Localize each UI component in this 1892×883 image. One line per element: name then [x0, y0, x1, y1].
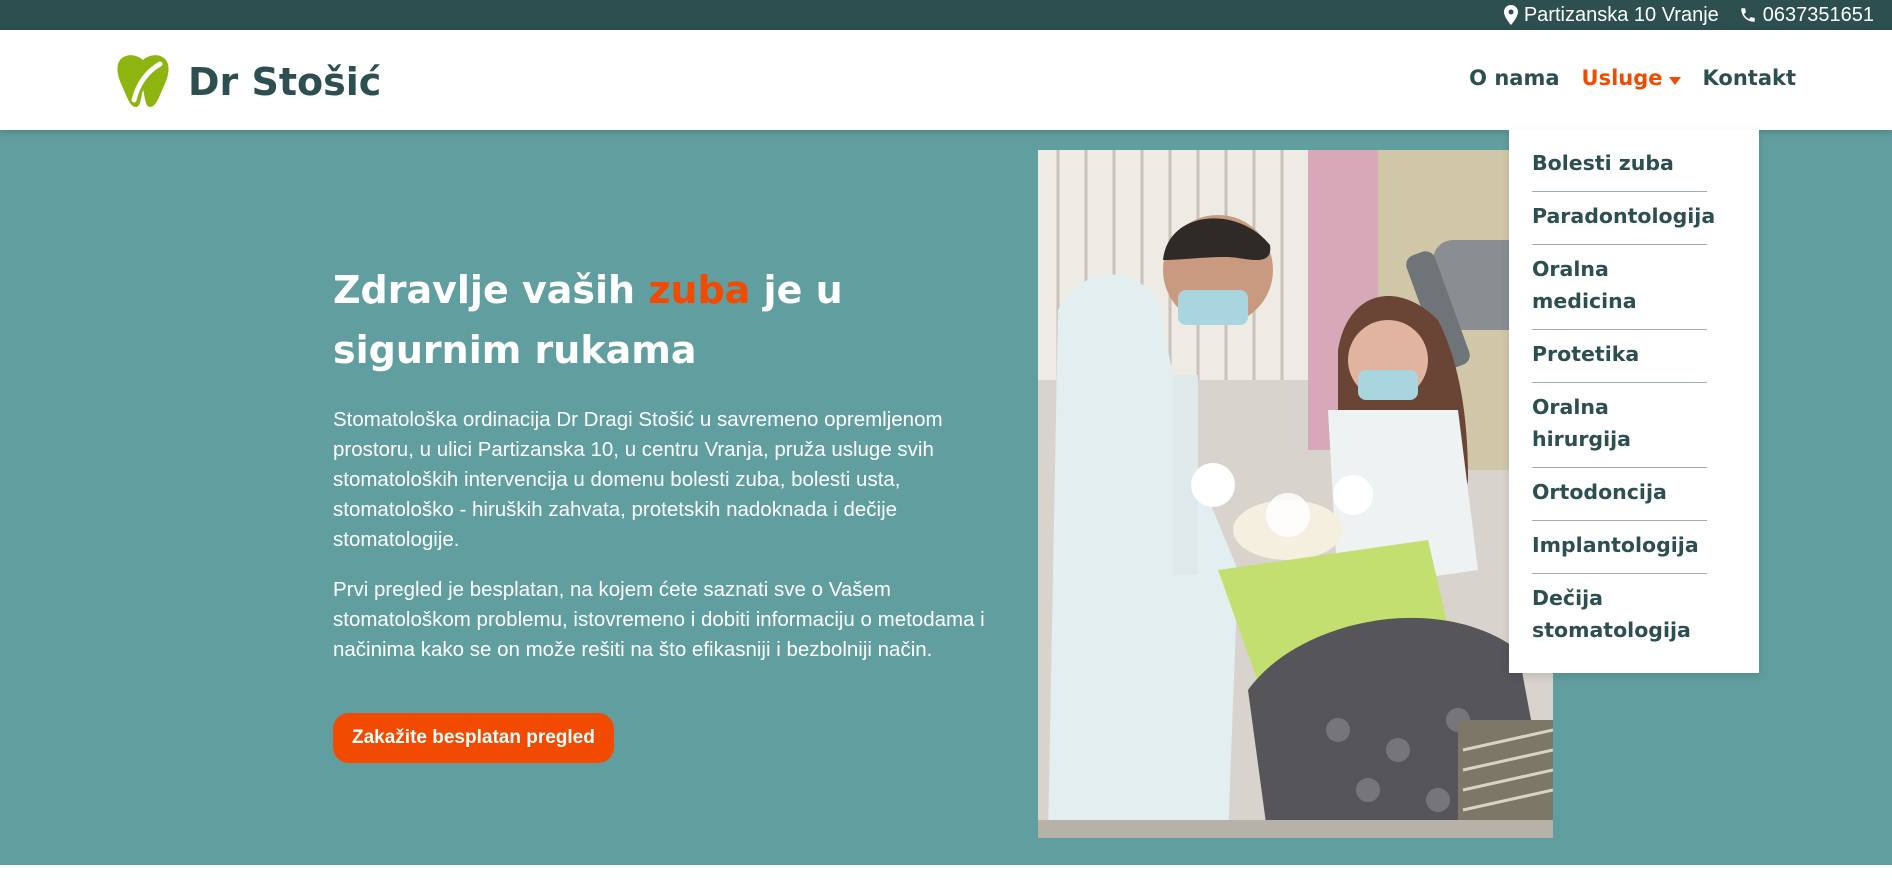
dropdown-item-decija-stomatologija[interactable]: Dečija stomatologija — [1532, 574, 1742, 658]
hero-title: Zdravlje vaših zuba je u sigurnim rukama — [333, 260, 893, 380]
hero-title-part1: Zdravlje vaših — [333, 268, 649, 312]
nav-label: Usluge — [1581, 66, 1663, 90]
dropdown-item-ortodoncija[interactable]: Ortodoncija — [1532, 468, 1707, 521]
hero-title-accent: zuba — [648, 268, 751, 312]
dropdown-item-oralna-hirurgija[interactable]: Oralna hirurgija — [1532, 383, 1707, 468]
phone-text: 0637351651 — [1762, 3, 1874, 26]
phone-icon — [1739, 6, 1757, 24]
address-text: Partizanska 10 Vranje — [1523, 3, 1719, 26]
book-appointment-button[interactable]: Zakažite besplatan pregled — [333, 713, 614, 763]
caret-down-icon — [1668, 66, 1681, 90]
site-header: Dr Stošić O nama Usluge Kontakt — [0, 30, 1892, 130]
phone-link[interactable]: 0637351651 — [1739, 4, 1874, 27]
nav-kontakt[interactable]: Kontakt — [1703, 66, 1797, 90]
main-nav: O nama Usluge Kontakt — [1469, 66, 1796, 90]
dentist-photo — [1038, 150, 1553, 838]
dropdown-item-oralna-medicina[interactable]: Oralna medicina — [1532, 245, 1707, 330]
dropdown-item-implantologija[interactable]: Implantologija — [1532, 521, 1707, 574]
nav-label: O nama — [1469, 66, 1560, 90]
dropdown-item-paradontologija[interactable]: Paradontologija — [1532, 192, 1715, 245]
contact-info: Partizanska 10 Vranje 0637351651 — [1503, 0, 1874, 30]
top-contact-bar: Partizanska 10 Vranje 0637351651 — [0, 0, 1892, 30]
map-marker-icon — [1503, 5, 1518, 25]
logo-link[interactable]: Dr Stošić — [116, 52, 381, 112]
page-bottom-strip — [0, 865, 1892, 883]
tooth-logo-icon — [116, 52, 170, 112]
nav-o-nama[interactable]: O nama — [1469, 66, 1559, 90]
brand-name: Dr Stošić — [188, 60, 382, 104]
hero-paragraph-2: Prvi pregled je besplatan, na kojem ćete… — [333, 578, 985, 661]
services-dropdown: Bolesti zuba Paradontologija Oralna medi… — [1509, 130, 1759, 673]
address-link[interactable]: Partizanska 10 Vranje — [1503, 3, 1719, 27]
nav-label: Kontakt — [1702, 66, 1797, 90]
nav-usluge[interactable]: Usluge — [1582, 66, 1681, 90]
dropdown-item-protetika[interactable]: Protetika — [1532, 330, 1707, 383]
hero-paragraph-1: Stomatološka ordinacija Dr Dragi Stošić … — [333, 408, 943, 551]
dropdown-item-bolesti-zuba[interactable]: Bolesti zuba — [1532, 147, 1707, 192]
